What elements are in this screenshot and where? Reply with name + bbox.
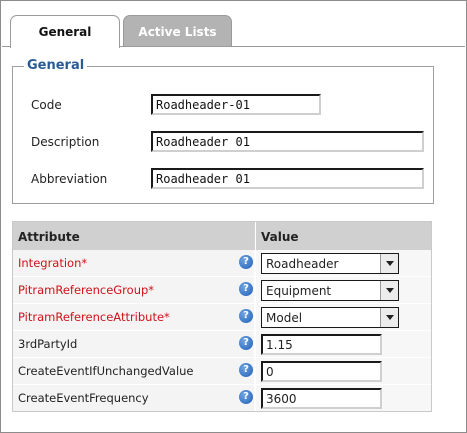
value-cell: Equipment [256,277,431,303]
tab-general[interactable]: General [10,15,120,48]
value-cell: 0 [256,358,431,384]
reference-attribute-select[interactable]: Model [261,307,399,328]
attribute-name: PitramReferenceAttribute* [13,304,255,330]
code-row: Code Roadheader-01 [31,94,321,115]
general-legend: General [24,58,88,73]
panel: General Active Lists General Code Roadhe… [0,0,467,433]
attribute-row-integration: Integration* ? Roadheader [13,250,431,276]
tab-active-lists[interactable]: Active Lists [123,15,232,47]
help-icon[interactable]: ? [239,390,253,404]
value-cell: Model [256,304,431,330]
select-value: Roadheader [266,256,339,271]
code-input[interactable]: Roadheader-01 [151,94,321,115]
help-icon[interactable]: ? [239,309,253,323]
description-row: Description Roadheader 01 [31,131,424,152]
create-event-frequency-input[interactable]: 3600 [261,388,382,409]
integration-select[interactable]: Roadheader [261,253,399,274]
chevron-down-icon[interactable] [380,281,398,300]
third-party-id-input[interactable]: 1.15 [261,334,382,355]
abbreviation-row: Abbreviation Roadheader 01 [31,168,424,189]
attribute-name: 3rdPartyId [13,331,255,357]
help-icon[interactable]: ? [239,363,253,377]
attribute-row-create-event-frequency: CreateEventFrequency ? 3600 [13,385,431,411]
value-cell: 1.15 [256,331,431,357]
attributes-grid: Attribute Value Integration* ? Roadheade… [12,221,432,412]
attribute-name: CreateEventFrequency [13,385,255,411]
header-separator [255,222,256,250]
description-label: Description [31,134,100,149]
chevron-down-icon[interactable] [380,308,398,327]
header-attribute: Attribute [18,230,80,244]
value-cell: Roadheader [256,250,431,276]
attribute-row-third-party-id: 3rdPartyId ? 1.15 [13,331,431,357]
select-value: Equipment [266,283,332,298]
code-label: Code [31,97,62,112]
attribute-name: PitramReferenceGroup* [13,277,255,303]
attribute-name: Integration* [13,250,255,276]
value-cell: 3600 [256,385,431,411]
attribute-row-create-event-if-unchanged: CreateEventIfUnchangedValue ? 0 [13,358,431,384]
create-event-if-unchanged-input[interactable]: 0 [261,361,382,382]
chevron-down-icon[interactable] [380,254,398,273]
abbreviation-input[interactable]: Roadheader 01 [151,168,424,189]
header-value: Value [261,230,299,244]
reference-group-select[interactable]: Equipment [261,280,399,301]
grid-header: Attribute Value [13,222,431,250]
description-input[interactable]: Roadheader 01 [151,131,424,152]
help-icon[interactable]: ? [239,336,253,350]
attribute-name: CreateEventIfUnchangedValue [13,358,255,384]
select-value: Model [266,310,303,325]
abbreviation-label: Abbreviation [31,171,108,186]
help-icon[interactable]: ? [239,255,253,269]
attribute-row-reference-group: PitramReferenceGroup* ? Equipment [13,277,431,303]
help-icon[interactable]: ? [239,282,253,296]
attribute-row-reference-attribute: PitramReferenceAttribute* ? Model [13,304,431,330]
general-fieldset: General Code Roadheader-01 Description R… [12,58,434,204]
